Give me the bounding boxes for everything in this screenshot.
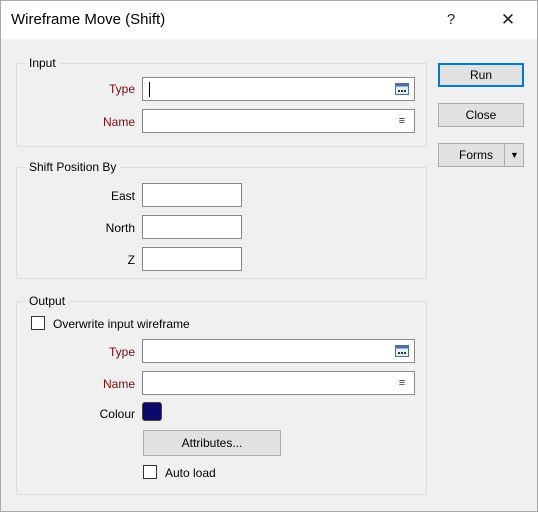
attributes-button[interactable]: Attributes... bbox=[143, 430, 281, 456]
output-name-label: Name bbox=[102, 377, 135, 391]
table-picker-icon[interactable] bbox=[395, 345, 409, 357]
shift-group-title: Shift Position By bbox=[25, 160, 121, 174]
close-window-button[interactable]: ✕ bbox=[495, 7, 521, 33]
text-caret bbox=[149, 82, 150, 97]
dialog-window: Wireframe Move (Shift) ? ✕ Input Type Na… bbox=[0, 0, 538, 512]
input-group-title: Input bbox=[25, 56, 60, 70]
forms-label: Forms bbox=[459, 148, 493, 162]
input-name-input[interactable] bbox=[143, 110, 414, 132]
output-type-field[interactable] bbox=[142, 339, 415, 363]
window-title: Wireframe Move (Shift) bbox=[11, 11, 166, 28]
input-name-field[interactable]: ≡ bbox=[142, 109, 415, 133]
input-type-input[interactable] bbox=[143, 78, 414, 100]
help-button[interactable]: ? bbox=[439, 7, 463, 33]
list-icon[interactable]: ≡ bbox=[396, 377, 408, 389]
east-input[interactable] bbox=[143, 184, 241, 206]
chevron-down-icon[interactable]: ▼ bbox=[504, 144, 524, 166]
east-field[interactable] bbox=[142, 183, 242, 207]
run-button[interactable]: Run bbox=[438, 63, 524, 87]
east-label: East bbox=[110, 189, 135, 203]
output-type-label: Type bbox=[108, 345, 135, 359]
output-name-field[interactable]: ≡ bbox=[142, 371, 415, 395]
input-type-label: Type bbox=[108, 82, 135, 96]
north-input[interactable] bbox=[143, 216, 241, 238]
output-name-input[interactable] bbox=[143, 372, 414, 394]
overwrite-label[interactable]: Overwrite input wireframe bbox=[53, 316, 190, 332]
input-type-field[interactable] bbox=[142, 77, 415, 101]
close-button[interactable]: Close bbox=[438, 103, 524, 127]
input-name-label: Name bbox=[102, 115, 135, 129]
z-field[interactable] bbox=[142, 247, 242, 271]
list-icon[interactable]: ≡ bbox=[396, 115, 408, 127]
north-label: North bbox=[105, 221, 135, 235]
autoload-checkbox[interactable] bbox=[143, 465, 157, 479]
title-bar: Wireframe Move (Shift) ? ✕ bbox=[1, 1, 537, 39]
z-input[interactable] bbox=[143, 248, 241, 270]
autoload-label[interactable]: Auto load bbox=[165, 465, 216, 481]
z-label: Z bbox=[127, 253, 135, 267]
output-group-title: Output bbox=[25, 294, 70, 308]
colour-swatch[interactable] bbox=[142, 402, 162, 421]
output-type-input[interactable] bbox=[143, 340, 414, 362]
colour-label: Colour bbox=[99, 407, 135, 421]
table-picker-icon[interactable] bbox=[395, 83, 409, 95]
north-field[interactable] bbox=[142, 215, 242, 239]
input-group: Input bbox=[16, 56, 427, 147]
overwrite-checkbox[interactable] bbox=[31, 316, 45, 330]
